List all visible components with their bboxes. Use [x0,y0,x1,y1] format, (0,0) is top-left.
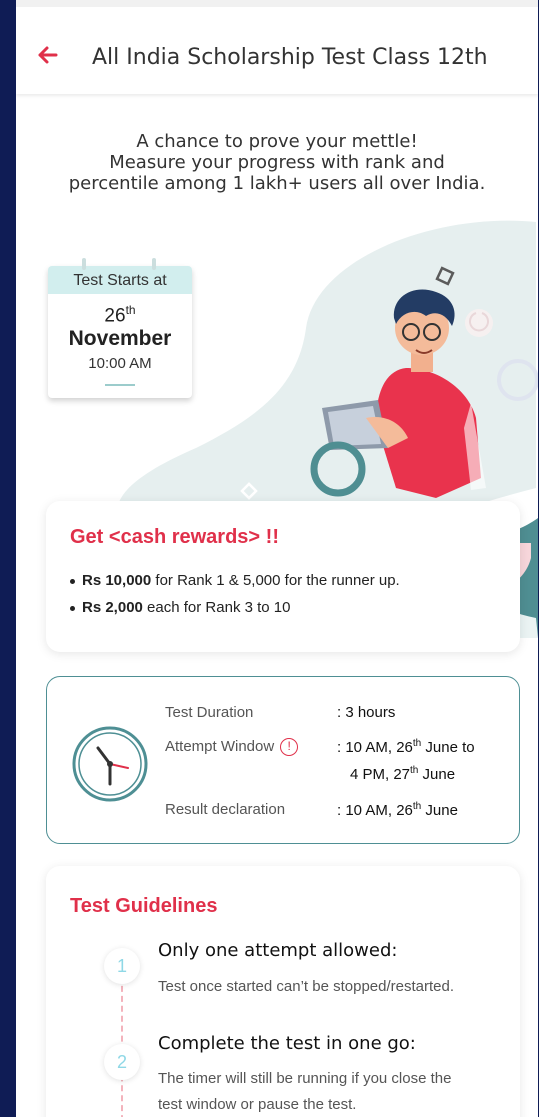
page-title: All India Scholarship Test Class 12th [92,45,488,70]
screen: All India Scholarship Test Class 12th A … [16,0,538,1117]
list-item: Rs 10,000 for Rank 1 & 5,000 for the run… [70,572,400,589]
intro-line: Measure your progress with rank and [109,152,445,173]
step-connector [121,966,123,1117]
duration-value: : 3 hours [337,704,396,721]
rewards-list: Rs 10,000 for Rank 1 & 5,000 for the run… [70,572,400,626]
test-start-calendar: Test Starts at 26th November 10:00 AM [48,258,192,398]
intro-text: A chance to prove your mettle! Measure y… [16,131,538,194]
attempt-window-value: : 10 AM, 26th June to [337,738,475,756]
test-info-card: Test Duration : 3 hours Attempt Window! … [46,676,520,844]
result-value: : 10 AM, 26th June [337,801,458,819]
calendar-month: November [68,327,172,351]
app-header: All India Scholarship Test Class 12th [16,0,538,94]
intro-line: percentile among 1 lakh+ users all over … [68,173,486,194]
rewards-title: Get <cash rewards> !! [70,526,279,548]
test-guidelines-card: Test Guidelines 1 Only one attempt allow… [46,866,520,1117]
step-description: The timer will still be running if you c… [158,1070,452,1113]
step-number: 2 [104,1044,140,1080]
info-icon[interactable]: ! [280,738,299,757]
calendar-divider [105,384,135,387]
attempt-window-label: Attempt Window! [165,738,299,757]
arrow-left-icon[interactable] [32,38,66,72]
step-title: Only one attempt allowed: [158,940,398,961]
list-item: Rs 2,000 each for Rank 3 to 10 [70,599,400,616]
calendar-pin [152,258,156,270]
calendar-time: 10:00 AM [88,355,152,373]
clock-icon [72,726,148,802]
step-description: Test once started can’t be stopped/resta… [158,978,455,995]
intro-line: A chance to prove your mettle! [136,131,418,152]
attempt-window-value-end: 4 PM, 27th June [350,765,456,783]
duration-label: Test Duration [165,704,254,721]
cash-rewards-card: Get <cash rewards> !! Rs 10,000 for Rank… [46,501,520,652]
step-title: Complete the test in one go: [158,1033,416,1054]
calendar-pin [82,258,86,270]
step-number: 1 [104,948,140,984]
calendar-label: Test Starts at [48,266,192,294]
guidelines-title: Test Guidelines [70,895,218,917]
calendar-day: 26th [104,303,136,327]
result-label: Result declaration [165,801,286,818]
